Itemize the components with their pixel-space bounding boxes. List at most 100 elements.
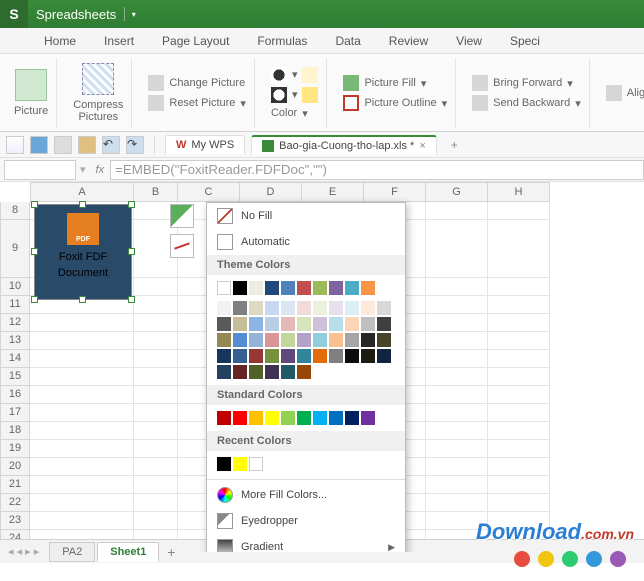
cell[interactable] (30, 350, 134, 368)
picture-outline-button[interactable]: Picture Outline ▾ (343, 95, 447, 111)
color-swatch[interactable] (329, 349, 343, 363)
menu-formulas[interactable]: Formulas (243, 30, 321, 52)
color-swatch[interactable] (377, 349, 391, 363)
color-swatch[interactable] (361, 349, 375, 363)
color-swatch[interactable] (233, 301, 247, 315)
resize-handle[interactable] (128, 248, 135, 255)
color-swatch[interactable] (313, 333, 327, 347)
cell[interactable] (134, 458, 178, 476)
change-picture-button[interactable]: Change Picture (148, 75, 246, 91)
cell[interactable] (134, 332, 178, 350)
row-header[interactable]: 12 (0, 314, 30, 332)
resize-handle[interactable] (31, 296, 38, 303)
brightness-button[interactable]: ▾ (271, 87, 319, 103)
more-colors-option[interactable]: More Fill Colors... (207, 482, 405, 508)
row-header[interactable]: 15 (0, 368, 30, 386)
color-swatch[interactable] (217, 411, 231, 425)
color-swatch[interactable] (377, 301, 391, 315)
color-swatch[interactable] (265, 333, 279, 347)
cell[interactable] (134, 512, 178, 530)
cell[interactable] (426, 422, 488, 440)
column-header[interactable]: E (302, 182, 364, 202)
cell[interactable] (426, 440, 488, 458)
color-swatch[interactable] (249, 317, 263, 331)
qat-undo-icon[interactable]: ↶ (102, 136, 120, 154)
color-swatch[interactable] (233, 349, 247, 363)
resize-handle[interactable] (128, 296, 135, 303)
color-swatch[interactable] (345, 349, 359, 363)
color-swatch[interactable] (217, 317, 231, 331)
compress-icon[interactable] (82, 63, 114, 95)
cell[interactable] (488, 202, 550, 220)
cell[interactable] (488, 368, 550, 386)
cell[interactable] (30, 494, 134, 512)
color-swatch[interactable] (233, 457, 247, 471)
tab-my-wps[interactable]: W My WPS (165, 135, 245, 154)
cell[interactable] (426, 458, 488, 476)
column-header[interactable]: A (30, 182, 134, 202)
add-sheet-button[interactable]: + (161, 542, 181, 562)
cell[interactable] (30, 386, 134, 404)
cell[interactable] (134, 368, 178, 386)
cell[interactable] (488, 350, 550, 368)
color-swatch[interactable] (217, 301, 231, 315)
row-header[interactable]: 8 (0, 202, 30, 220)
cell[interactable] (426, 368, 488, 386)
cell[interactable] (426, 476, 488, 494)
row-header[interactable]: 17 (0, 404, 30, 422)
color-swatch[interactable] (233, 317, 247, 331)
cell[interactable] (134, 386, 178, 404)
qat-print-icon[interactable] (54, 136, 72, 154)
color-swatch[interactable] (281, 365, 295, 379)
color-swatch[interactable] (345, 333, 359, 347)
color-swatch[interactable] (265, 317, 279, 331)
color-swatch[interactable] (265, 281, 279, 295)
contrast-button[interactable]: ▾ (271, 67, 319, 83)
color-swatch[interactable] (249, 281, 263, 295)
color-swatch[interactable] (361, 317, 375, 331)
no-fill-option[interactable]: No Fill (207, 203, 405, 229)
cells-area[interactable]: Foxit FDF Document No Fill Automatic The… (30, 202, 550, 552)
row-header[interactable]: 14 (0, 350, 30, 368)
color-swatch[interactable] (345, 301, 359, 315)
bring-forward-button[interactable]: Bring Forward ▾ (472, 75, 581, 91)
color-swatch[interactable] (249, 457, 263, 471)
tab-document[interactable]: Bao-gia-Cuong-tho-lap.xls * × (251, 135, 437, 155)
color-swatch[interactable] (297, 333, 311, 347)
cell[interactable] (30, 404, 134, 422)
cell[interactable] (488, 278, 550, 296)
color-swatch[interactable] (313, 317, 327, 331)
fx-icon[interactable]: fx (90, 164, 111, 176)
cell[interactable] (134, 404, 178, 422)
color-swatch[interactable] (297, 301, 311, 315)
row-header[interactable]: 11 (0, 296, 30, 314)
column-header[interactable]: C (178, 182, 240, 202)
cell[interactable] (488, 332, 550, 350)
cell[interactable] (134, 296, 178, 314)
cell[interactable] (488, 314, 550, 332)
formula-input[interactable] (110, 160, 644, 180)
column-header[interactable]: H (488, 182, 550, 202)
color-swatch[interactable] (265, 301, 279, 315)
resize-handle[interactable] (128, 201, 135, 208)
color-swatch[interactable] (345, 411, 359, 425)
align-button[interactable]: Alig (606, 85, 644, 101)
resize-handle[interactable] (79, 296, 86, 303)
resize-handle[interactable] (79, 201, 86, 208)
menu-page-layout[interactable]: Page Layout (148, 30, 243, 52)
send-backward-button[interactable]: Send Backward ▾ (472, 95, 581, 111)
menu-special[interactable]: Speci (496, 30, 554, 52)
menu-review[interactable]: Review (375, 30, 442, 52)
cell[interactable] (30, 476, 134, 494)
color-swatch[interactable] (217, 457, 231, 471)
color-swatch[interactable] (345, 281, 359, 295)
cell[interactable] (134, 350, 178, 368)
menu-view[interactable]: View (442, 30, 496, 52)
cell[interactable] (134, 278, 178, 296)
cell[interactable] (30, 440, 134, 458)
color-swatch[interactable] (361, 281, 375, 295)
cell[interactable] (30, 314, 134, 332)
cell[interactable] (30, 368, 134, 386)
color-swatch[interactable] (249, 349, 263, 363)
color-swatch[interactable] (377, 317, 391, 331)
